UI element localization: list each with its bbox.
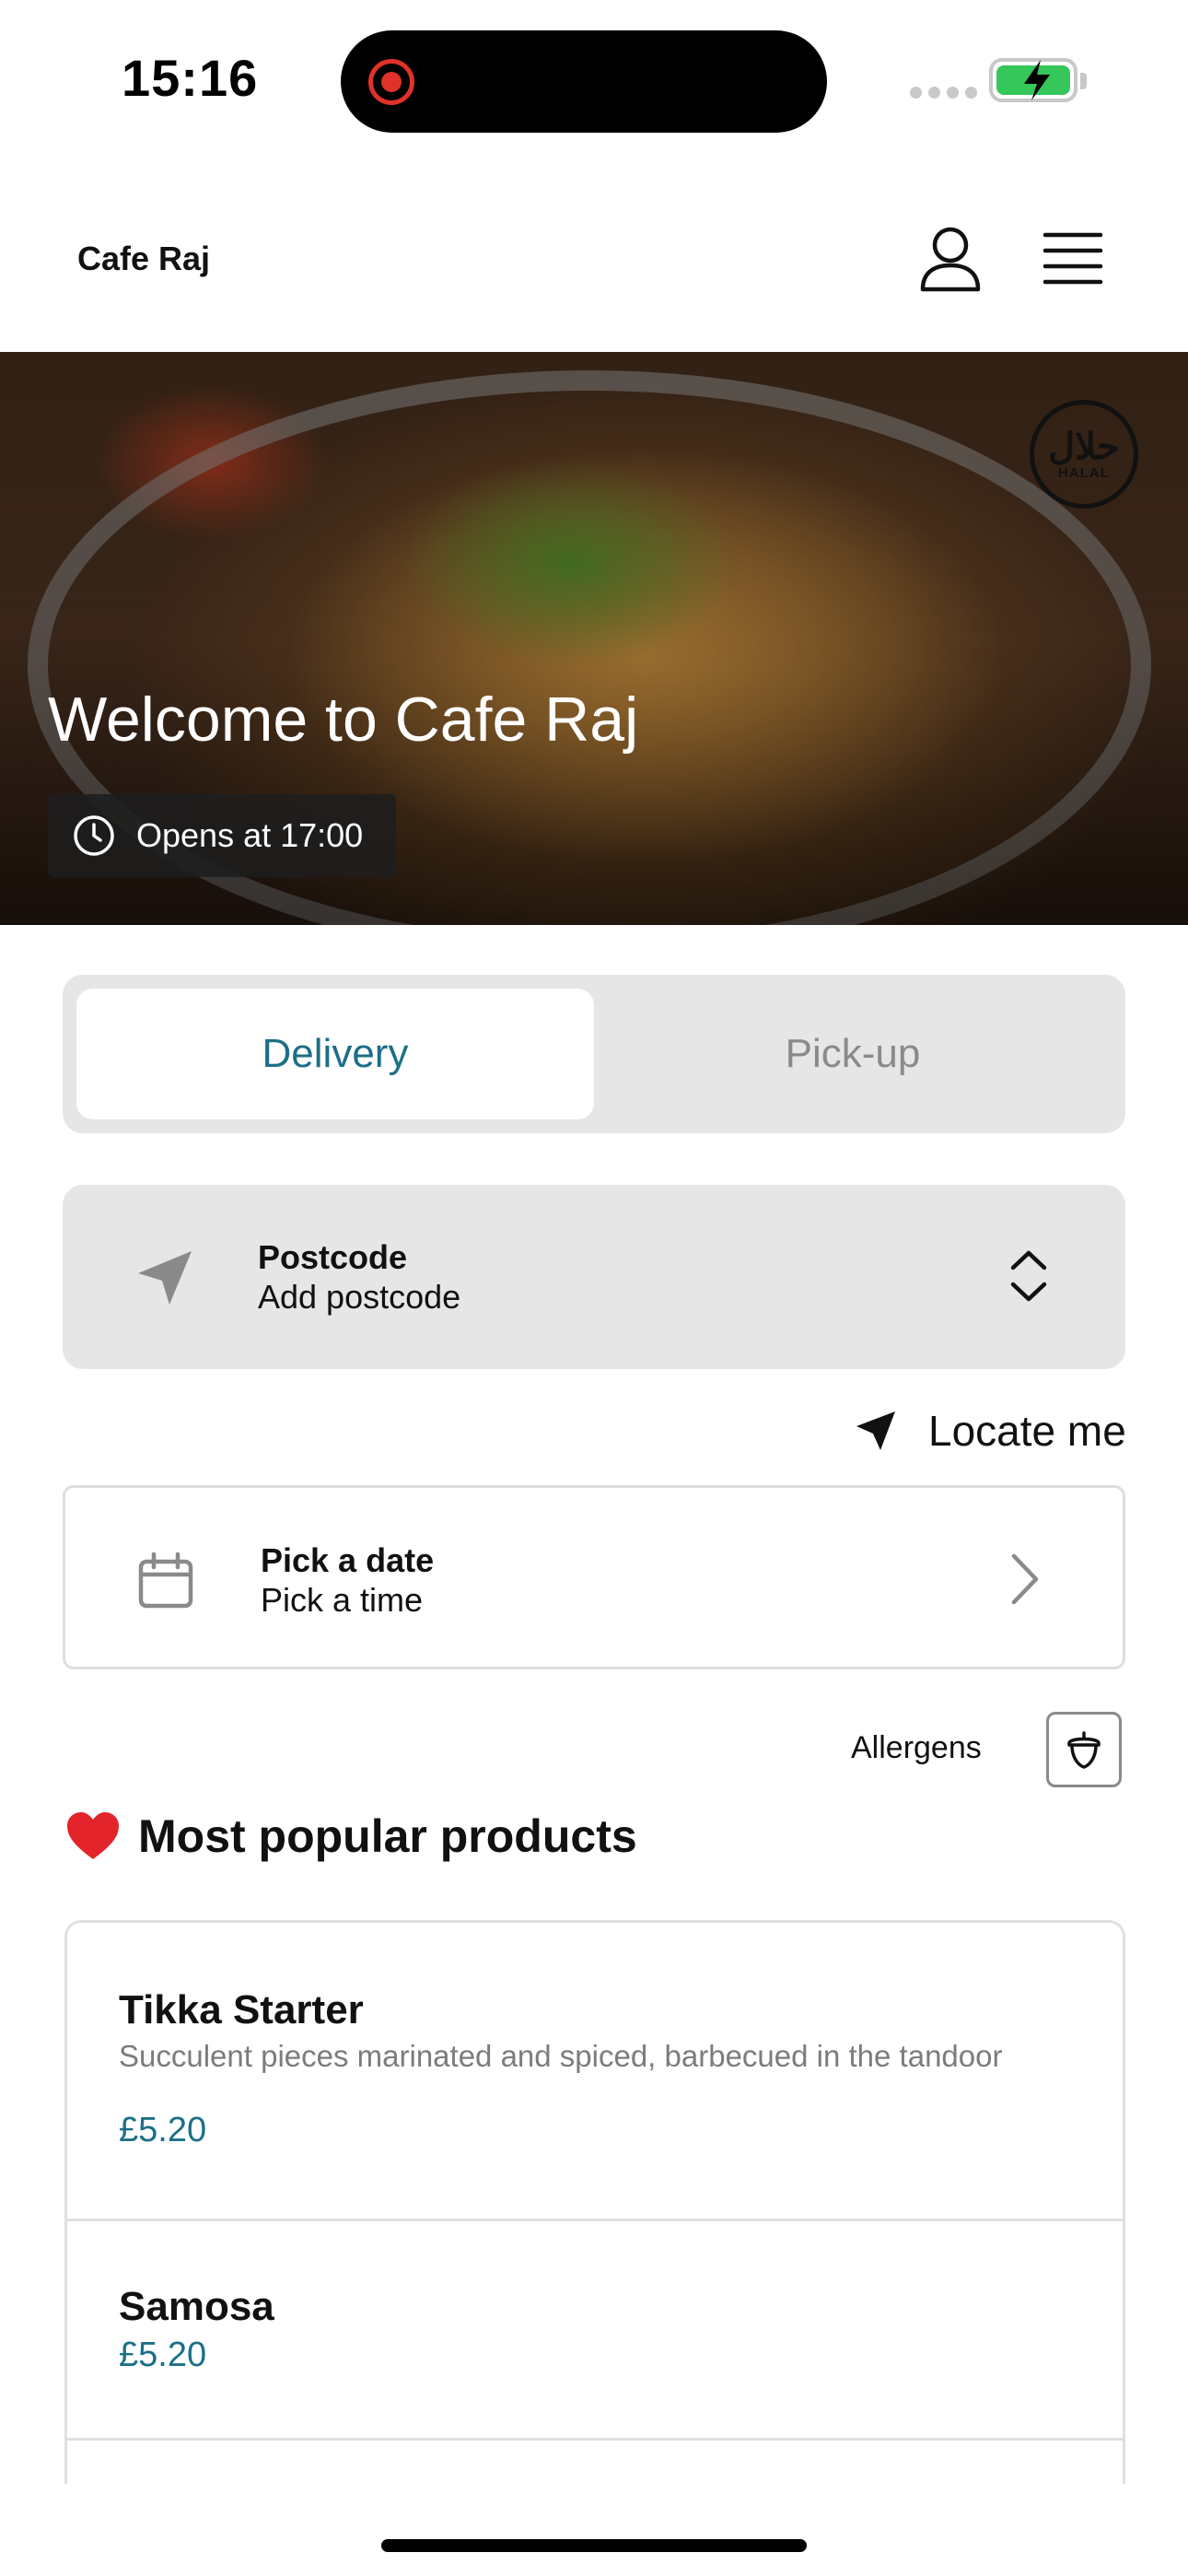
calendar-icon: [138, 1551, 193, 1609]
product-card[interactable]: Samosa £5.20: [67, 2221, 1123, 2441]
tab-pickup[interactable]: Pick-up: [594, 989, 1112, 1119]
hero-title: Welcome to Cafe Raj: [48, 685, 639, 755]
halal-badge-text: HALAL: [1058, 464, 1110, 481]
schedule-picker[interactable]: Pick a date Pick a time: [63, 1485, 1125, 1669]
product-description: Succulent pieces marinated and spiced, b…: [119, 2039, 1003, 2073]
opening-hours-text: Opens at 17:00: [136, 816, 364, 854]
brand-title[interactable]: Cafe Raj: [77, 240, 210, 278]
postcode-selector[interactable]: Postcode Add postcode: [63, 1185, 1125, 1369]
app-header: Cafe Raj: [0, 184, 1188, 352]
clock-icon: [74, 815, 114, 856]
chevron-updown-icon: [1010, 1250, 1047, 1302]
postcode-label: Postcode: [258, 1238, 408, 1276]
heart-icon: [67, 1812, 119, 1859]
acorn-icon: [1067, 1731, 1101, 1769]
locate-me-label: Locate me: [928, 1407, 1126, 1455]
halal-badge-arabic: حلال: [1048, 424, 1120, 468]
hamburger-icon: [1042, 232, 1103, 285]
product-card[interactable]: Tikka Starter Succulent pieces marinated…: [67, 1923, 1123, 2221]
date-label: Pick a date: [261, 1541, 435, 1579]
tab-delivery[interactable]: Delivery: [76, 989, 594, 1119]
signal-icon: [910, 87, 977, 99]
opening-hours-badge: Opens at 17:00: [48, 794, 396, 877]
allergens-button[interactable]: [1046, 1712, 1122, 1787]
product-price: £5.20: [119, 2111, 207, 2149]
product-name: Samosa: [119, 2284, 274, 2329]
popular-products-title: Most popular products: [138, 1810, 637, 1862]
account-button[interactable]: [917, 225, 984, 293]
status-bar: 15:16: [0, 0, 1188, 161]
location-arrow-icon: [138, 1251, 192, 1305]
product-price: £5.20: [119, 2336, 207, 2374]
battery-icon: [989, 58, 1087, 102]
user-icon: [920, 227, 981, 292]
locate-me-button[interactable]: Locate me: [853, 1400, 1126, 1461]
chevron-right-icon: [1011, 1553, 1039, 1605]
time-label: Pick a time: [261, 1581, 424, 1619]
navigation-arrow-icon: [856, 1411, 895, 1450]
product-name: Tikka Starter: [119, 1987, 364, 2032]
postcode-value: Add postcode: [258, 1278, 461, 1316]
hero-banner: حلال HALAL Welcome to Cafe Raj Opens at …: [0, 352, 1188, 925]
dynamic-island: [341, 30, 827, 133]
product-list: Tikka Starter Succulent pieces marinated…: [64, 1920, 1125, 2484]
order-type-toggle: Delivery Pick-up: [63, 975, 1125, 1133]
recording-icon: [368, 59, 414, 105]
halal-badge: حلال HALAL: [1030, 400, 1138, 509]
allergens-label: Allergens: [851, 1730, 982, 1765]
status-time: 15:16: [122, 49, 259, 107]
home-indicator[interactable]: [381, 2539, 807, 2552]
menu-button[interactable]: [1042, 230, 1103, 286]
popular-products-heading: Most popular products: [64, 1809, 637, 1863]
